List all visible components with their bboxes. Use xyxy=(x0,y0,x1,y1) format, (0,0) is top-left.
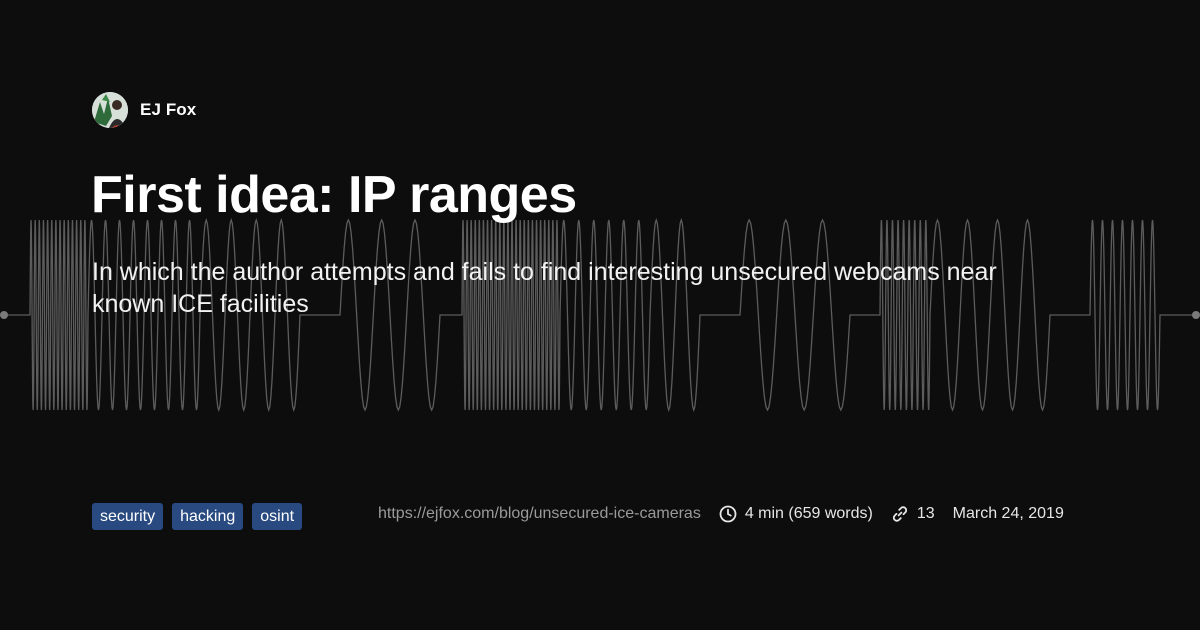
clock-icon xyxy=(719,505,737,523)
author-name[interactable]: EJ Fox xyxy=(140,100,196,120)
post-date: March 24, 2019 xyxy=(952,505,1064,522)
author-block: EJ Fox xyxy=(92,92,196,128)
tag-osint[interactable]: osint xyxy=(252,503,303,530)
waveform-start-dot xyxy=(0,311,8,319)
waveform-end-dot xyxy=(1192,311,1200,319)
link-count: 13 xyxy=(891,505,935,523)
link-count-value: 13 xyxy=(916,505,935,522)
post-meta: https://ejfox.com/blog/unsecured-ice-cam… xyxy=(378,504,1064,524)
avatar xyxy=(92,92,128,128)
reading-time: 4 min (659 words) xyxy=(719,505,873,523)
tag-list: security hacking osint xyxy=(92,503,303,530)
link-icon xyxy=(891,505,909,523)
post-title: First idea: IP ranges xyxy=(91,166,577,224)
post-url[interactable]: https://ejfox.com/blog/unsecured-ice-cam… xyxy=(378,505,701,523)
post-subtitle: In which the author attempts and fails t… xyxy=(92,258,997,318)
tag-security[interactable]: security xyxy=(92,503,164,530)
reading-time-label: 4 min (659 words) xyxy=(744,505,873,522)
tag-hacking[interactable]: hacking xyxy=(172,503,244,530)
